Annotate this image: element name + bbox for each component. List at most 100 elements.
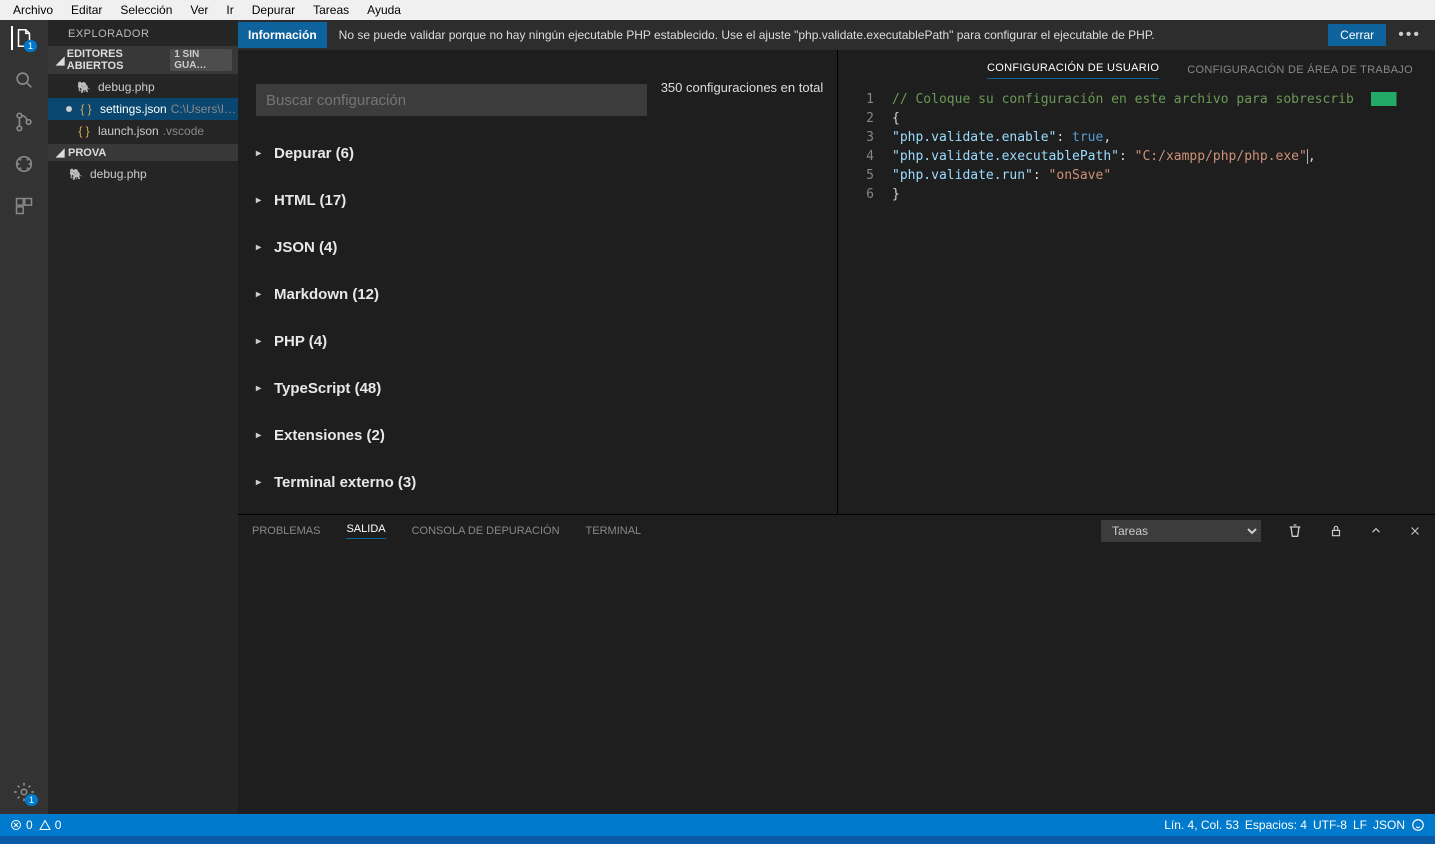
tab-output[interactable]: SALIDA bbox=[346, 523, 385, 539]
file-label: debug.php bbox=[98, 80, 155, 94]
extensions-icon[interactable] bbox=[12, 194, 36, 218]
project-header[interactable]: ◢ PROVA bbox=[48, 144, 238, 161]
more-icon[interactable]: ••• bbox=[1398, 26, 1421, 44]
menu-file[interactable]: Archivo bbox=[4, 3, 62, 17]
info-message: No se puede validar porque no hay ningún… bbox=[339, 28, 1317, 42]
feedback-icon[interactable] bbox=[1411, 818, 1425, 832]
search-icon[interactable] bbox=[12, 68, 36, 92]
debug-icon[interactable] bbox=[12, 152, 36, 176]
file-label: debug.php bbox=[90, 167, 147, 181]
status-language[interactable]: JSON bbox=[1373, 818, 1405, 832]
menu-go[interactable]: Ir bbox=[217, 3, 242, 17]
file-path: C:\Users\I… bbox=[171, 102, 236, 116]
output-channel-select[interactable]: Tareas bbox=[1101, 520, 1261, 542]
tab-problems[interactable]: PROBLEMAS bbox=[252, 525, 320, 537]
php-file-icon: 🐘 bbox=[68, 168, 84, 181]
menu-view[interactable]: Ver bbox=[181, 3, 217, 17]
dirty-indicator bbox=[66, 106, 72, 112]
chevron-right-icon: ▸ bbox=[256, 477, 268, 488]
chevron-right-icon: ▸ bbox=[256, 242, 268, 253]
menu-bar: Archivo Editar Selección Ver Ir Depurar … bbox=[0, 0, 1435, 20]
menu-tasks[interactable]: Tareas bbox=[304, 3, 358, 17]
maximize-panel-icon[interactable] bbox=[1369, 524, 1383, 538]
os-taskbar bbox=[0, 836, 1435, 844]
settings-group[interactable]: ▸ Terminal externo (3) bbox=[256, 459, 837, 506]
settings-group[interactable]: ▸ Markdown (12) bbox=[256, 271, 837, 318]
group-label: PHP (4) bbox=[274, 333, 327, 350]
file-label: settings.json bbox=[100, 102, 167, 116]
close-button[interactable]: Cerrar bbox=[1328, 24, 1386, 46]
lock-scroll-icon[interactable] bbox=[1329, 524, 1343, 538]
explorer-icon[interactable]: 1 bbox=[11, 26, 35, 50]
group-label: Extensiones (2) bbox=[274, 427, 385, 444]
settings-icon[interactable]: 1 bbox=[12, 780, 36, 804]
settings-group[interactable]: ▸ TypeScript (48) bbox=[256, 365, 837, 412]
open-editor-settings-json[interactable]: { } settings.json C:\Users\I… bbox=[48, 98, 238, 120]
chevron-right-icon: ▸ bbox=[256, 289, 268, 300]
chevron-down-icon: ◢ bbox=[56, 146, 68, 159]
settings-count: 350 configuraciones en total bbox=[647, 80, 837, 95]
info-tag: Información bbox=[238, 22, 327, 48]
menu-edit[interactable]: Editar bbox=[62, 3, 111, 17]
tab-user-settings[interactable]: CONFIGURACIÓN DE USUARIO bbox=[987, 62, 1159, 79]
open-editor-launch-json[interactable]: { } launch.json .vscode bbox=[48, 120, 238, 142]
tab-terminal[interactable]: TERMINAL bbox=[586, 525, 642, 537]
code-comment: // Coloque su configuración en este arch… bbox=[892, 92, 1354, 107]
settings-group-list[interactable]: ▸ Depurar (6) ▸ HTML (17) ▸ JSON (4) ▸ Markd… bbox=[238, 120, 837, 514]
group-label: TypeScript (48) bbox=[274, 380, 381, 397]
close-panel-icon[interactable] bbox=[1409, 525, 1421, 537]
chevron-right-icon: ▸ bbox=[256, 195, 268, 206]
status-spaces[interactable]: Espacios: 4 bbox=[1245, 818, 1307, 832]
status-eol[interactable]: LF bbox=[1353, 818, 1367, 832]
file-path: .vscode bbox=[163, 124, 204, 138]
status-cursor[interactable]: Lín. 4, Col. 53 bbox=[1164, 818, 1239, 832]
open-editors-header[interactable]: ◢ EDITORES ABIERTOS 1 SIN GUA… bbox=[48, 46, 238, 74]
file-debug-php[interactable]: 🐘 debug.php bbox=[48, 163, 238, 185]
status-warnings[interactable]: 0 bbox=[39, 818, 62, 832]
open-editors-label: EDITORES ABIERTOS bbox=[67, 48, 170, 72]
json-file-icon: { } bbox=[78, 102, 94, 116]
group-label: JSON (4) bbox=[274, 239, 337, 256]
bottom-panel: PROBLEMAS SALIDA CONSOLA DE DEPURACIÓN T… bbox=[238, 514, 1435, 814]
status-encoding[interactable]: UTF-8 bbox=[1313, 818, 1347, 832]
code-editor[interactable]: 123456 // Coloque su configuración en es… bbox=[838, 90, 1435, 514]
activity-bar: 1 1 bbox=[0, 20, 48, 814]
scm-icon[interactable] bbox=[12, 110, 36, 134]
settings-group[interactable]: ▸ Depurar (6) bbox=[256, 130, 837, 177]
json-file-icon: { } bbox=[76, 124, 92, 138]
file-label: launch.json bbox=[98, 124, 159, 138]
open-editors-badge: 1 SIN GUA… bbox=[170, 49, 232, 71]
menu-help[interactable]: Ayuda bbox=[358, 3, 410, 17]
group-label: HTML (17) bbox=[274, 192, 346, 209]
settings-group[interactable]: ▸ Extensiones (2) bbox=[256, 412, 837, 459]
settings-search-input[interactable] bbox=[256, 84, 647, 116]
open-editor-debug-php[interactable]: 🐘 debug.php bbox=[48, 76, 238, 98]
status-errors[interactable]: 0 bbox=[10, 818, 33, 832]
chevron-right-icon: ▸ bbox=[256, 148, 268, 159]
settings-group[interactable]: ▸Terminal integrado (19) bbox=[256, 506, 837, 514]
explorer-title: EXPLORADOR bbox=[48, 20, 238, 46]
settings-group[interactable]: ▸ HTML (17) bbox=[256, 177, 837, 224]
group-label: Markdown (12) bbox=[274, 286, 379, 303]
group-label: Terminal externo (3) bbox=[274, 474, 416, 491]
menu-selection[interactable]: Selección bbox=[111, 3, 181, 17]
tab-workspace-settings[interactable]: CONFIGURACIÓN DE ÁREA DE TRABAJO bbox=[1187, 64, 1413, 76]
chevron-right-icon: ▸ bbox=[256, 383, 268, 394]
info-notification: Información No se puede validar porque n… bbox=[238, 20, 1435, 50]
php-file-icon: 🐘 bbox=[76, 81, 92, 94]
explorer-panel: EXPLORADOR ◢ EDITORES ABIERTOS 1 SIN GUA… bbox=[48, 20, 238, 814]
clear-output-icon[interactable] bbox=[1287, 523, 1303, 539]
line-gutter: 123456 bbox=[838, 90, 892, 514]
minimap[interactable] bbox=[1371, 92, 1435, 106]
explorer-badge: 1 bbox=[24, 40, 37, 52]
chevron-down-icon: ◢ bbox=[56, 54, 67, 67]
project-label: PROVA bbox=[68, 147, 106, 159]
settings-group[interactable]: ▸ PHP (4) bbox=[256, 318, 837, 365]
chevron-right-icon: ▸ bbox=[256, 336, 268, 347]
group-label: Depurar (6) bbox=[274, 145, 354, 162]
settings-group[interactable]: ▸ JSON (4) bbox=[256, 224, 837, 271]
menu-debug[interactable]: Depurar bbox=[243, 3, 304, 17]
tab-debug-console[interactable]: CONSOLA DE DEPURACIÓN bbox=[412, 525, 560, 537]
chevron-right-icon: ▸ bbox=[256, 430, 268, 441]
settings-badge: 1 bbox=[25, 794, 38, 806]
